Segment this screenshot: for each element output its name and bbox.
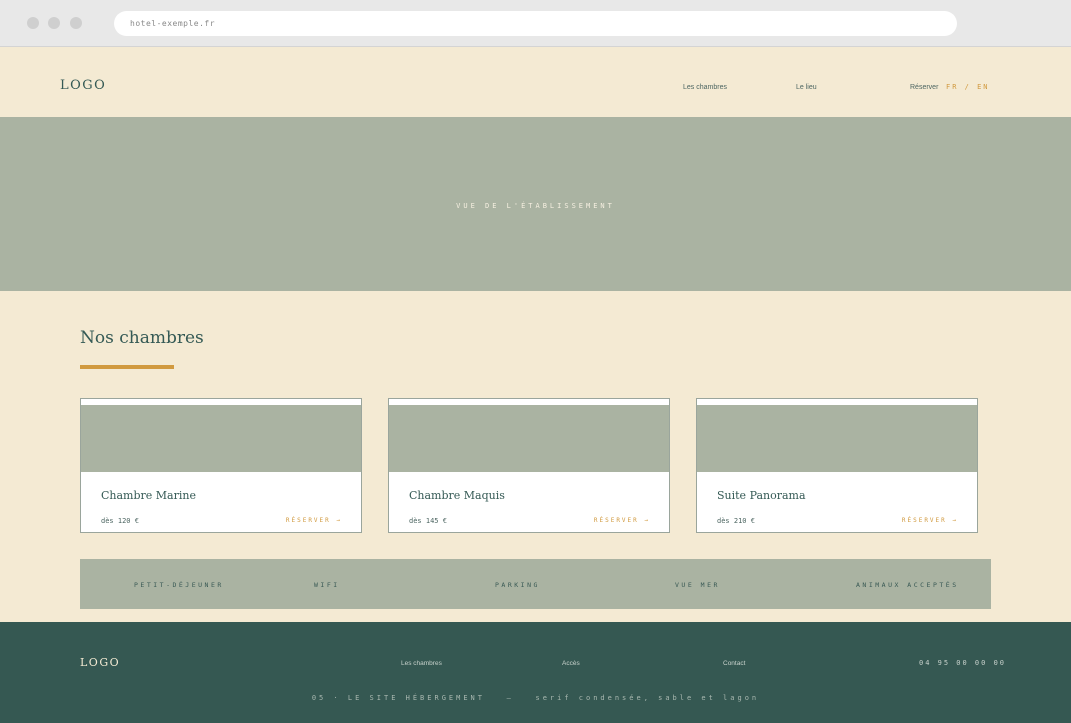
room-price: dès 145 € [409,517,447,525]
window-maximize-dot[interactable] [70,17,82,29]
footer-tagline: 05 · LE SITE HÉBERGEMENT — serif condens… [311,694,760,702]
room-name: Chambre Maquis [409,489,505,502]
site-footer: LOGO Les chambres Accès Contact 04 95 00… [0,622,1071,723]
hero-caption: VUE DE L'ÉTABLISSEMENT [456,202,615,210]
amenity-sea-view: VUE MER [675,581,720,589]
amenity-parking: PARKING [495,581,540,589]
amenity-pets: ANIMAUX ACCEPTÉS [856,581,959,589]
amenities-band: PETIT-DÉJEUNER WIFI PARKING VUE MER ANIM… [80,559,991,609]
address-bar[interactable]: hotel-exemple.fr [114,11,957,36]
site-header: LOGO Les chambres Le lieu Réserver FR / … [0,47,1071,117]
amenity-wifi: WIFI [314,581,340,589]
site-logo[interactable]: LOGO [60,78,106,93]
footer-link-contact[interactable]: Contact [723,660,745,667]
room-image-placeholder [697,405,977,472]
window-minimize-dot[interactable] [48,17,60,29]
reserve-link[interactable]: RÉSERVER → [594,517,650,524]
section-title: Nos chambres [80,328,204,348]
language-switcher[interactable]: FR / EN [946,83,990,91]
reserve-link[interactable]: RÉSERVER → [902,517,958,524]
reserve-link[interactable]: RÉSERVER → [286,517,342,524]
footer-phone[interactable]: 04 95 00 00 00 [919,659,1006,667]
footer-link-chambres[interactable]: Les chambres [401,660,442,667]
room-image-placeholder [81,405,361,472]
room-name: Chambre Marine [101,489,196,502]
window-close-dot[interactable] [27,17,39,29]
title-underline [80,365,174,369]
footer-link-acces[interactable]: Accès [562,660,580,667]
room-card[interactable]: Suite Panorama dès 210 € RÉSERVER → [696,398,978,533]
room-image-placeholder [389,405,669,472]
room-card[interactable]: Chambre Maquis dès 145 € RÉSERVER → [388,398,670,533]
footer-logo[interactable]: LOGO [80,656,120,669]
nav-link-chambres[interactable]: Les chambres [683,84,727,91]
address-bar-url: hotel-exemple.fr [130,19,216,28]
browser-chrome: hotel-exemple.fr [0,0,1071,47]
room-card[interactable]: Chambre Marine dès 120 € RÉSERVER → [80,398,362,533]
nav-link-reserver[interactable]: Réserver [910,84,938,91]
room-name: Suite Panorama [717,489,806,502]
room-price: dès 120 € [101,517,139,525]
nav-link-lieu[interactable]: Le lieu [796,84,817,91]
hero-image-placeholder: VUE DE L'ÉTABLISSEMENT [0,117,1071,291]
room-price: dès 210 € [717,517,755,525]
amenity-breakfast: PETIT-DÉJEUNER [134,581,224,589]
